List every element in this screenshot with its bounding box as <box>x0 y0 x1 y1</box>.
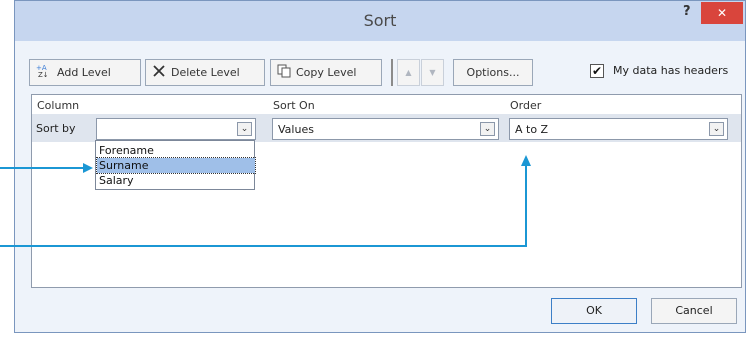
arrow-head-icon <box>521 155 531 166</box>
annotation-arrow-order <box>0 165 527 247</box>
annotation-arrows <box>0 155 531 247</box>
arrow-head-icon <box>83 163 93 173</box>
